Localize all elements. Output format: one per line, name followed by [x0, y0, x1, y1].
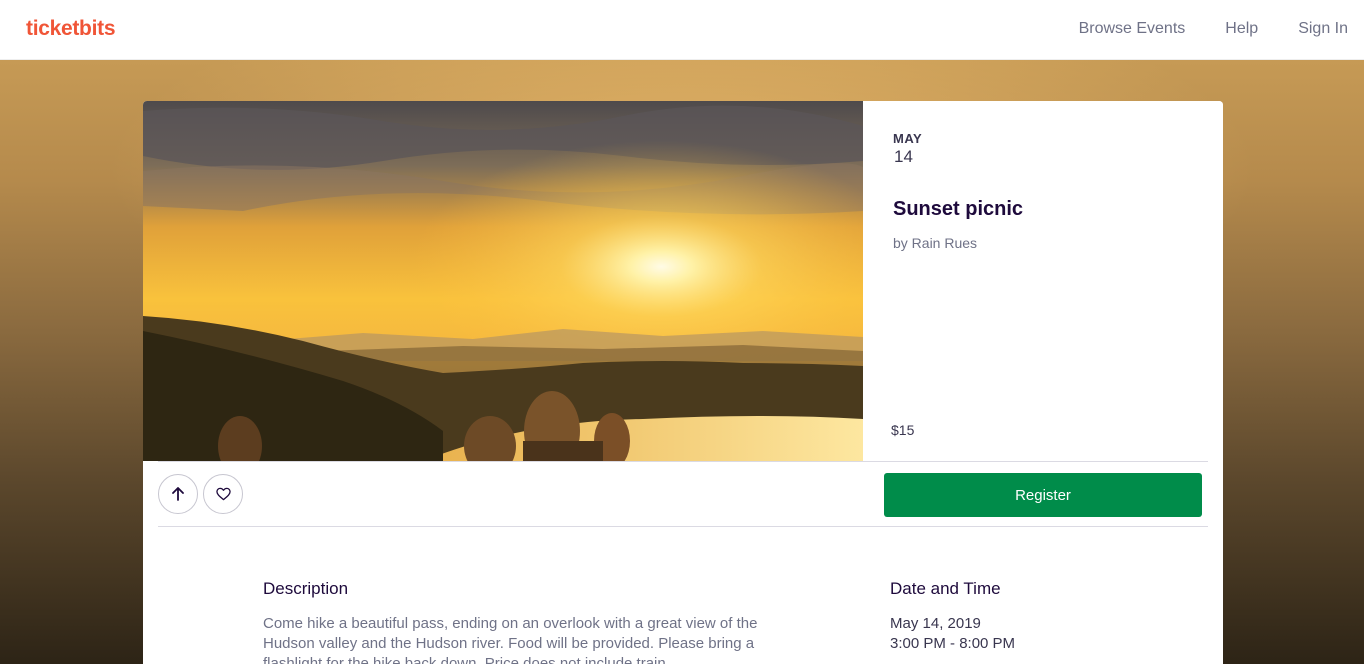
- event-price: $15: [891, 422, 915, 438]
- share-button[interactable]: [158, 474, 198, 514]
- nav-browse-events[interactable]: Browse Events: [1079, 20, 1186, 38]
- register-button[interactable]: Register: [884, 473, 1202, 517]
- event-month: MAY: [893, 131, 923, 146]
- date-time-heading: Date and Time: [890, 579, 1001, 598]
- event-card: MAY 14 Sunset picnic by Rain Rues $15 Re…: [143, 101, 1223, 664]
- like-button[interactable]: [203, 474, 243, 514]
- top-navigation-bar: ticketbits Browse Events Help Sign In: [0, 0, 1364, 60]
- event-time: 3:00 PM - 8:00 PM: [890, 635, 1016, 652]
- brand-logo[interactable]: ticketbits: [26, 17, 116, 41]
- event-summary-panel: MAY 14 Sunset picnic by Rain Rues $15: [863, 101, 1223, 461]
- nav-sign-in[interactable]: Sign In: [1298, 20, 1348, 38]
- event-action-bar: Register: [158, 461, 1208, 527]
- sunset-landscape-image: [143, 101, 863, 461]
- event-date: May 14, 2019: [890, 615, 981, 632]
- event-day: 14: [894, 147, 913, 166]
- event-hero-image: [143, 101, 863, 461]
- description-text: Come hike a beautiful pass, ending on an…: [263, 615, 758, 664]
- nav-links: Browse Events Help Sign In: [1039, 20, 1348, 38]
- heart-icon: [215, 487, 231, 501]
- nav-help[interactable]: Help: [1225, 20, 1258, 38]
- description-heading: Description: [263, 579, 349, 598]
- event-title: Sunset picnic: [893, 198, 1024, 220]
- arrow-up-icon: [172, 487, 184, 501]
- event-organizer[interactable]: by Rain Rues: [893, 235, 977, 251]
